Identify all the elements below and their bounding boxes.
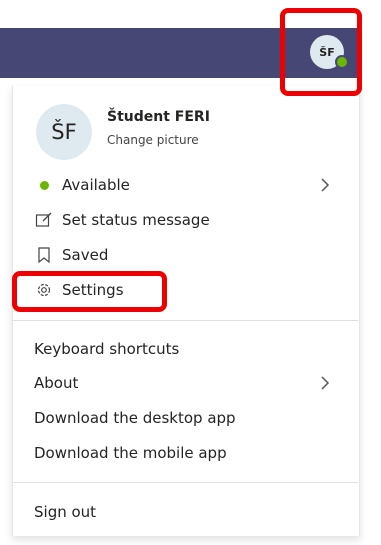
set-status-label: Set status message — [62, 211, 210, 229]
availability-label: Available — [62, 176, 130, 194]
menu-divider — [12, 320, 358, 321]
status-dot-icon — [34, 175, 54, 195]
settings-highlight-box — [12, 271, 167, 312]
user-name: Študent FERI — [107, 109, 210, 125]
edit-status-icon — [34, 210, 54, 230]
menu-divider — [12, 482, 358, 483]
change-picture-link[interactable]: Change picture — [107, 133, 199, 147]
chevron-right-icon[interactable] — [318, 375, 332, 391]
bookmark-icon — [34, 245, 54, 265]
keyboard-shortcuts-item[interactable]: Keyboard shortcuts — [34, 340, 179, 358]
availability-status-item[interactable]: Available — [34, 175, 130, 195]
saved-label: Saved — [62, 246, 109, 264]
download-desktop-app-item[interactable]: Download the desktop app — [34, 409, 236, 427]
download-mobile-app-item[interactable]: Download the mobile app — [34, 444, 227, 462]
profile-avatar: ŠF — [36, 104, 92, 160]
sign-out-item[interactable]: Sign out — [34, 503, 96, 521]
chevron-right-icon[interactable] — [318, 177, 332, 193]
avatar-highlight-box — [280, 8, 362, 96]
about-item[interactable]: About — [34, 374, 78, 392]
saved-item[interactable]: Saved — [34, 245, 108, 265]
set-status-message-item[interactable]: Set status message — [34, 210, 210, 230]
